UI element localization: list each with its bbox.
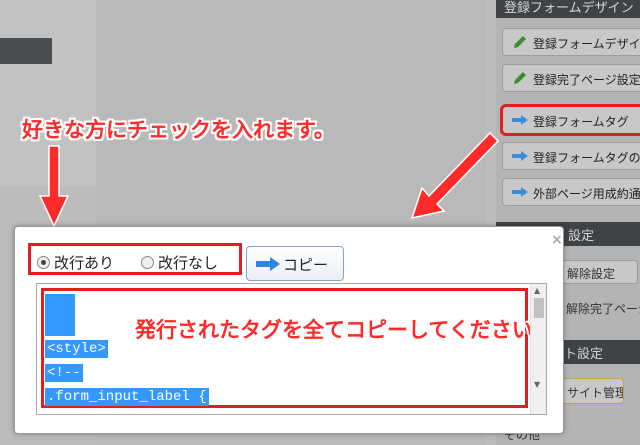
sidebar-item-form-design[interactable]: 登録フォームデザイン: [502, 28, 640, 56]
radio-label: 改行なし: [158, 254, 219, 272]
sidebar-item-label: 外部ページ用成約通知: [533, 187, 640, 201]
sidebar-item-unsubscribe-complete[interactable]: 解除完了ページ: [562, 296, 640, 320]
sidebar-item-form-tag-2[interactable]: 登録フォームタグの: [502, 142, 640, 170]
sidebar-item-external-page[interactable]: 外部ページ用成約通知: [502, 178, 640, 206]
code-line-selection: [45, 294, 75, 316]
sidebar-item-site-manage[interactable]: サイト管理: [562, 378, 624, 404]
scrollbar-thumb[interactable]: [534, 298, 544, 318]
sidebar-item-label: 登録フォームタグの: [533, 151, 640, 165]
scroll-down-icon[interactable]: ▼: [534, 380, 540, 389]
pencil-icon: [511, 34, 529, 50]
arrow-right-icon: [511, 184, 529, 200]
annotation-check-choice: 好きな方にチェックを入れます。: [22, 118, 335, 142]
sidebar-item-form-tag[interactable]: 登録フォームタグ: [500, 104, 640, 136]
copy-button[interactable]: コピー: [246, 246, 344, 281]
radio-unselected-icon[interactable]: [141, 256, 154, 269]
code-line: <!--: [45, 364, 83, 382]
radio-linebreak-on[interactable]: 改行あり: [37, 252, 114, 273]
tag-code-textarea[interactable]: <style> <!-- .form_input_label { 発行されたタグ…: [36, 283, 547, 415]
sidebar-item-label: 登録フォームデザイン: [533, 37, 640, 51]
radio-selected-icon[interactable]: [37, 256, 50, 269]
linebreak-option-group: 改行あり 改行なし: [28, 243, 242, 275]
code-line-selection: [45, 316, 75, 336]
sidebar-item-unsubscribe[interactable]: 解除設定: [562, 260, 638, 284]
radio-linebreak-off[interactable]: 改行なし: [141, 252, 218, 273]
code-line: <style>: [45, 340, 108, 358]
sidebar-item-label: 登録完了ページ設定: [533, 73, 640, 87]
pencil-icon: [511, 70, 529, 86]
background-header-bar: [0, 38, 52, 64]
sidebar-item-complete-page[interactable]: 登録完了ページ設定: [502, 64, 640, 92]
scroll-up-icon[interactable]: ▲: [534, 286, 540, 295]
background-panel: [0, 0, 96, 186]
annotation-copy-all: 発行されたタグを全てコピーしてください。: [135, 318, 547, 342]
code-line: .form_input_label {: [45, 388, 209, 406]
tag-dialog: × 改行あり 改行なし コピー <style> <!-- .form_input…: [14, 226, 564, 434]
arrow-right-icon: [255, 257, 281, 271]
close-icon[interactable]: ×: [551, 232, 563, 248]
radio-label: 改行あり: [54, 254, 115, 272]
arrow-right-icon: [511, 148, 529, 164]
textarea-scrollbar[interactable]: ▲ ▼: [530, 284, 546, 414]
copy-button-label: コピー: [283, 256, 329, 274]
arrow-right-icon: [511, 112, 529, 128]
sidebar-item-label: 登録フォームタグ: [533, 115, 629, 129]
sidebar-section-form: 登録フォームデザイン: [496, 0, 640, 18]
